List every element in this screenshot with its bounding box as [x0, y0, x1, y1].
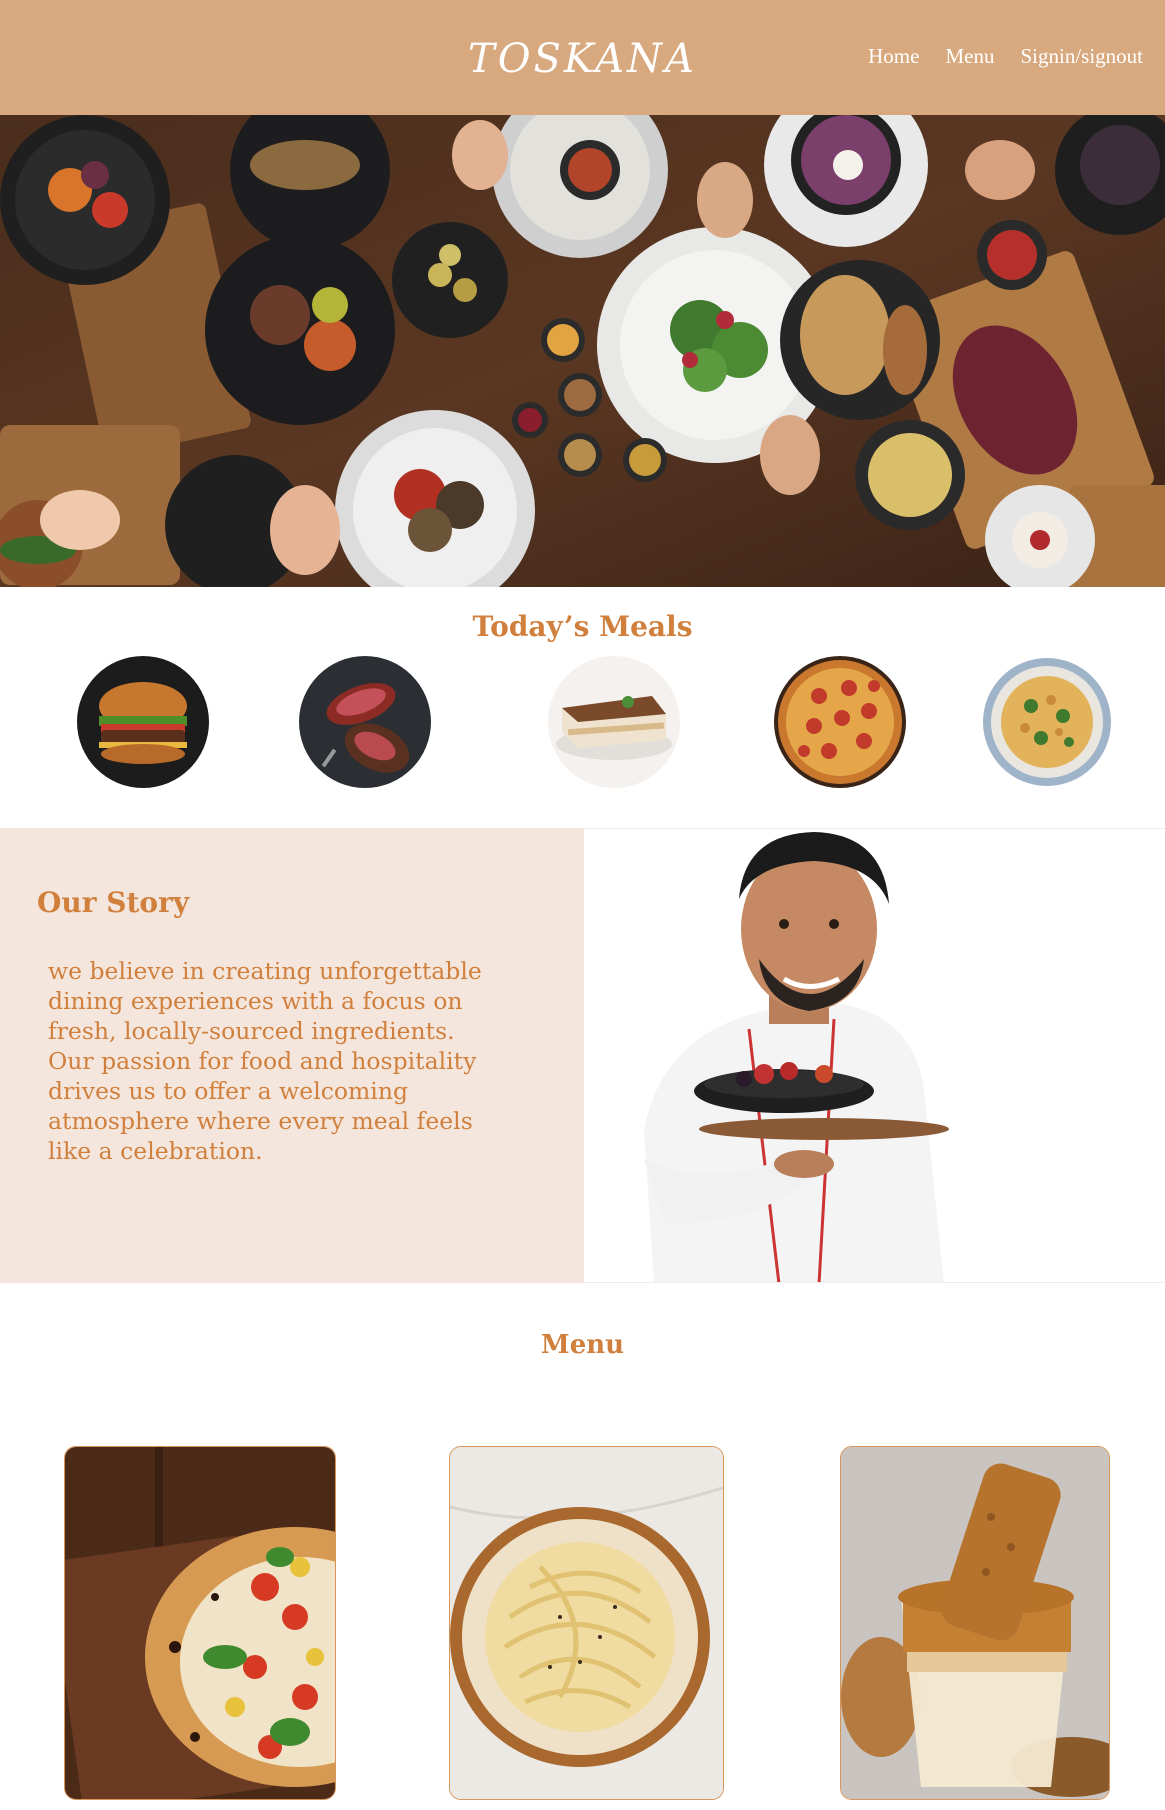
chef-illustration	[584, 829, 1165, 1282]
menu-card-pizza[interactable]	[64, 1446, 336, 1800]
meal-thumbnail-burger[interactable]	[77, 656, 209, 788]
nav-home-link[interactable]: Home	[868, 44, 919, 69]
meal-thumbnail-steak[interactable]	[299, 656, 431, 788]
pasta-image	[981, 656, 1113, 788]
pizza-image	[774, 656, 906, 788]
our-story-text: we believe in creating unforgettable din…	[48, 957, 482, 1165]
meal-thumbnail-pizza[interactable]	[774, 656, 906, 788]
our-story-title: Our Story	[37, 886, 190, 919]
meal-thumbnail-pasta[interactable]	[981, 656, 1113, 788]
nav-signin-link[interactable]: Signin/signout	[1020, 44, 1143, 69]
todays-meals-title: Today’s Meals	[472, 610, 693, 643]
menu-card-pasta[interactable]	[449, 1446, 724, 1800]
dining-table-illustration	[0, 115, 1165, 587]
our-story-panel: Our Story we believe in creating unforge…	[0, 828, 584, 1283]
menu-card-dessert[interactable]	[840, 1446, 1110, 1800]
nav-menu-link[interactable]: Menu	[945, 44, 994, 69]
margherita-pizza-image	[65, 1447, 335, 1799]
spaghetti-carbonara-image	[450, 1447, 723, 1799]
burger-image	[77, 656, 209, 788]
hero-image	[0, 115, 1165, 587]
site-header: TOSKANA Home Menu Signin/signout	[0, 0, 1165, 115]
chef-image	[584, 828, 1165, 1283]
biscoff-dessert-image	[841, 1447, 1109, 1799]
tiramisu-image	[548, 656, 680, 788]
menu-title: Menu	[540, 1330, 625, 1360]
steak-image	[299, 656, 431, 788]
main-nav: Home Menu Signin/signout	[868, 44, 1143, 69]
meal-thumbnail-tiramisu[interactable]	[548, 656, 680, 788]
